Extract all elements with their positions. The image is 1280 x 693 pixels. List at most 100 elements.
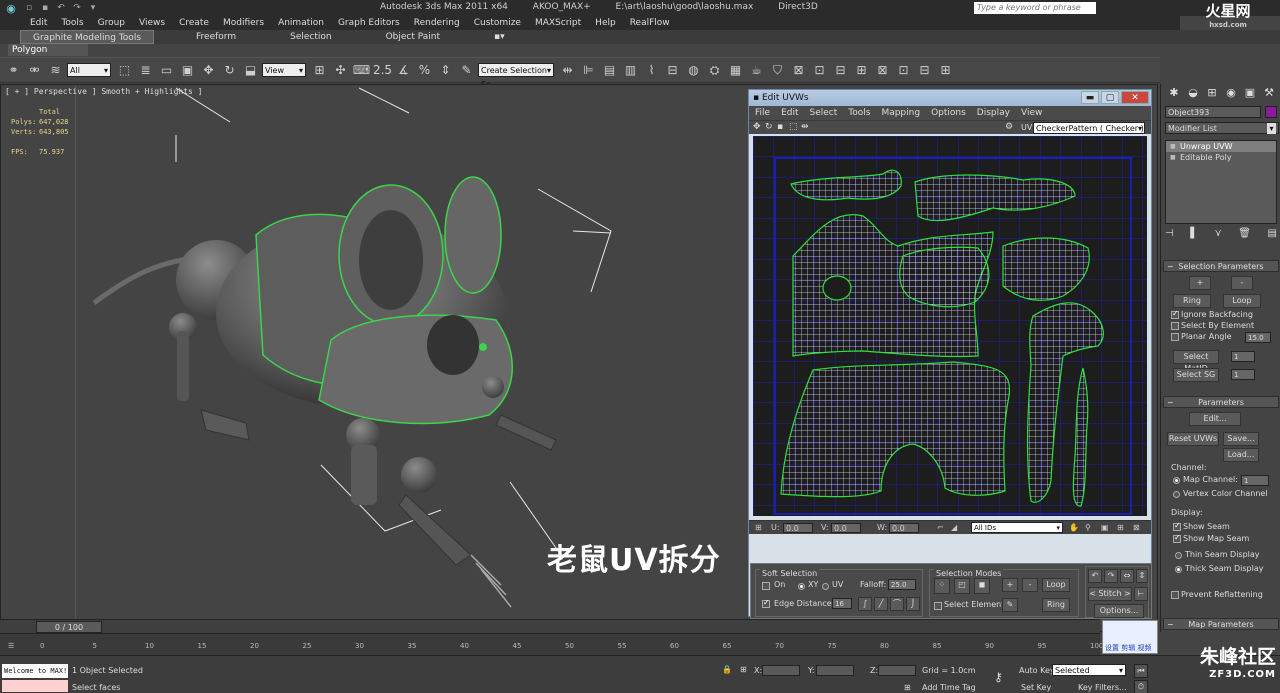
planar-angle-spinner[interactable]: 15.0 xyxy=(1245,332,1271,343)
time-slider[interactable]: 0 / 100 xyxy=(0,619,1100,633)
menu-realflow[interactable]: RealFlow xyxy=(630,16,670,30)
cmd-loop-button[interactable]: Loop xyxy=(1223,294,1261,308)
edge-mode-icon[interactable]: ◰ xyxy=(954,578,970,594)
extra-tool-6-icon[interactable]: ⊡ xyxy=(894,61,913,80)
named-selection-dropdown[interactable]: Create Selection Se xyxy=(478,63,554,89)
set-key-icon[interactable]: ⚷ xyxy=(994,670,1003,684)
curve-editor-icon[interactable]: ⌇ xyxy=(642,61,661,80)
mirror-v-icon[interactable]: ⇕ xyxy=(1136,569,1148,583)
scale-icon[interactable]: ⬓ xyxy=(241,61,260,80)
show-map-seam-checkbox[interactable] xyxy=(1173,533,1181,543)
rect-selection-icon[interactable]: ▭ xyxy=(157,61,176,80)
select-sg-button[interactable]: Select SG xyxy=(1173,368,1219,382)
select-by-name-icon[interactable]: ≣ xyxy=(136,61,155,80)
track-bar-menu-icon[interactable]: ☰ xyxy=(8,642,14,650)
track-bar[interactable]: ☰ 0 5 10 15 20 25 30 35 40 45 50 55 60 65 70 75 80 85 90 95… xyxy=(0,633,1103,655)
cmd-ring-button[interactable]: Ring xyxy=(1173,294,1211,308)
uvw-snap-icon[interactable]: ⌐ xyxy=(937,523,944,533)
make-unique-icon[interactable]: ⋎ xyxy=(1214,228,1221,242)
show-end-result-icon[interactable]: ▌ xyxy=(1190,228,1198,242)
edge-distance-checkbox[interactable] xyxy=(762,598,770,608)
select-object-icon[interactable]: ⬚ xyxy=(115,61,134,80)
keyboard-shortcut-icon[interactable]: ⌨ xyxy=(352,61,371,80)
checker-pattern-dropdown[interactable]: CheckerPattern ( Checker ) xyxy=(1033,122,1145,135)
uv-radio[interactable] xyxy=(822,583,829,590)
extra-tool-7-icon[interactable]: ⊟ xyxy=(915,61,934,80)
app-logo-icon[interactable]: ◉ xyxy=(0,0,22,16)
uvw-pan-tool-icon[interactable]: ◢ xyxy=(951,523,957,533)
time-config-icon[interactable]: ⏱ xyxy=(1134,680,1148,693)
planar-angle-checkbox[interactable] xyxy=(1171,333,1179,341)
bind-space-warp-icon[interactable]: ≋ xyxy=(46,61,65,80)
extra-tool-4-icon[interactable]: ⊞ xyxy=(852,61,871,80)
tab-selection[interactable]: Selection xyxy=(278,30,343,44)
loop-button[interactable]: Loop xyxy=(1042,578,1070,592)
falloff-spinner[interactable]: 25.0 xyxy=(888,579,916,590)
uv-editor-canvas[interactable] xyxy=(753,136,1147,516)
grow-button[interactable]: + xyxy=(1189,276,1211,290)
pivot-center-icon[interactable]: ⊞ xyxy=(310,61,329,80)
uvw-move-icon[interactable]: ✥ xyxy=(753,122,763,133)
extra-tool-3-icon[interactable]: ⊟ xyxy=(831,61,850,80)
rotate-cw-icon[interactable]: ↷ xyxy=(1104,569,1118,583)
move-icon[interactable]: ✥ xyxy=(199,61,218,80)
vertex-color-radio[interactable] xyxy=(1173,491,1180,498)
configure-sets-icon[interactable]: ▤ xyxy=(1268,228,1277,242)
modifier-list-dropdown[interactable]: Modifier List xyxy=(1165,122,1279,134)
schematic-view-icon[interactable]: ⊟ xyxy=(663,61,682,80)
remove-modifier-icon[interactable]: 🗑 xyxy=(1238,228,1251,242)
weld-icon[interactable]: ⊢ xyxy=(1134,587,1148,601)
material-ids-dropdown[interactable]: All IDs xyxy=(971,522,1063,534)
angle-snap-icon[interactable]: ∡ xyxy=(394,61,413,80)
object-color-swatch[interactable] xyxy=(1265,106,1277,118)
save-button[interactable]: Save... xyxy=(1223,432,1259,446)
mirror-h-icon[interactable]: ⇔ xyxy=(1120,569,1134,583)
rendered-frame-icon[interactable]: ▦ xyxy=(726,61,745,80)
z-coordinate-field[interactable] xyxy=(878,665,916,676)
go-to-start-icon[interactable]: ⏮ xyxy=(1134,664,1148,678)
menu-graph-editors[interactable]: Graph Editors xyxy=(338,16,400,30)
extra-tool-1-icon[interactable]: ⊠ xyxy=(789,61,808,80)
options-button[interactable]: Options... xyxy=(1094,604,1144,618)
paint-select-icon[interactable]: ✎ xyxy=(1002,598,1018,612)
edge-distance-spinner[interactable]: 16 xyxy=(832,598,852,609)
reference-coord-dropdown[interactable]: View xyxy=(262,63,306,78)
soft-selection-on-checkbox[interactable] xyxy=(762,582,770,590)
ring-button[interactable]: Ring xyxy=(1042,598,1070,612)
uvw-mirror-icon[interactable]: ⇹ xyxy=(801,122,811,133)
menu-customize[interactable]: Customize xyxy=(474,16,521,30)
modify-tab-icon[interactable]: ◒ xyxy=(1184,85,1202,101)
selection-parameters-rollout[interactable]: Selection Parameters xyxy=(1163,260,1279,273)
falloff-curve-3-icon[interactable]: ⌒ xyxy=(890,597,904,611)
extra-tool-8-icon[interactable]: ⊞ xyxy=(936,61,955,80)
time-slider-thumb[interactable]: 0 / 100 xyxy=(36,621,102,633)
key-filters-button[interactable]: Key Filters... xyxy=(1078,683,1127,692)
reset-uvws-button[interactable]: Reset UVWs xyxy=(1167,432,1219,446)
select-matid-button[interactable]: Select MatID xyxy=(1173,350,1219,373)
zoom-extents-icon[interactable]: ⊞ xyxy=(1117,523,1124,533)
face-mode-icon[interactable]: ◼ xyxy=(974,578,990,594)
hierarchy-tab-icon[interactable]: ⊞ xyxy=(1203,85,1221,101)
menu-help[interactable]: Help xyxy=(595,16,616,30)
mirror-icon[interactable]: ⇹ xyxy=(558,61,577,80)
shrink-button[interactable]: - xyxy=(1231,276,1253,290)
render-setup-icon[interactable]: ⛭ xyxy=(705,61,724,80)
minimize-icon[interactable]: ▬ xyxy=(1081,91,1099,104)
prevent-reflattening-checkbox[interactable] xyxy=(1171,591,1179,599)
uvw-menu-tools[interactable]: Tools xyxy=(848,106,870,120)
shrink-selection-button[interactable]: - xyxy=(1022,578,1038,592)
falloff-curve-2-icon[interactable]: ╱ xyxy=(874,597,888,611)
show-seam-checkbox[interactable] xyxy=(1173,521,1181,531)
material-editor-icon[interactable]: ◍ xyxy=(684,61,703,80)
thin-seam-radio[interactable] xyxy=(1175,552,1182,559)
uvw-uv-toggle-icon[interactable]: ⚙ xyxy=(1005,122,1015,133)
zoom-icon[interactable]: ⚲ xyxy=(1085,523,1091,533)
ignore-backfacing-checkbox[interactable] xyxy=(1171,309,1179,319)
create-tab-icon[interactable]: ✱ xyxy=(1165,85,1183,101)
redo-icon[interactable]: ↷ xyxy=(70,2,84,14)
key-mode-dropdown[interactable]: Selected xyxy=(1052,664,1126,677)
snap-toggle-icon[interactable]: 2.5 xyxy=(373,61,392,80)
stack-item-editable-poly[interactable]: Editable Poly xyxy=(1166,152,1276,163)
set-key-button[interactable]: Set Key xyxy=(1021,683,1051,692)
extra-tool-2-icon[interactable]: ⊡ xyxy=(810,61,829,80)
